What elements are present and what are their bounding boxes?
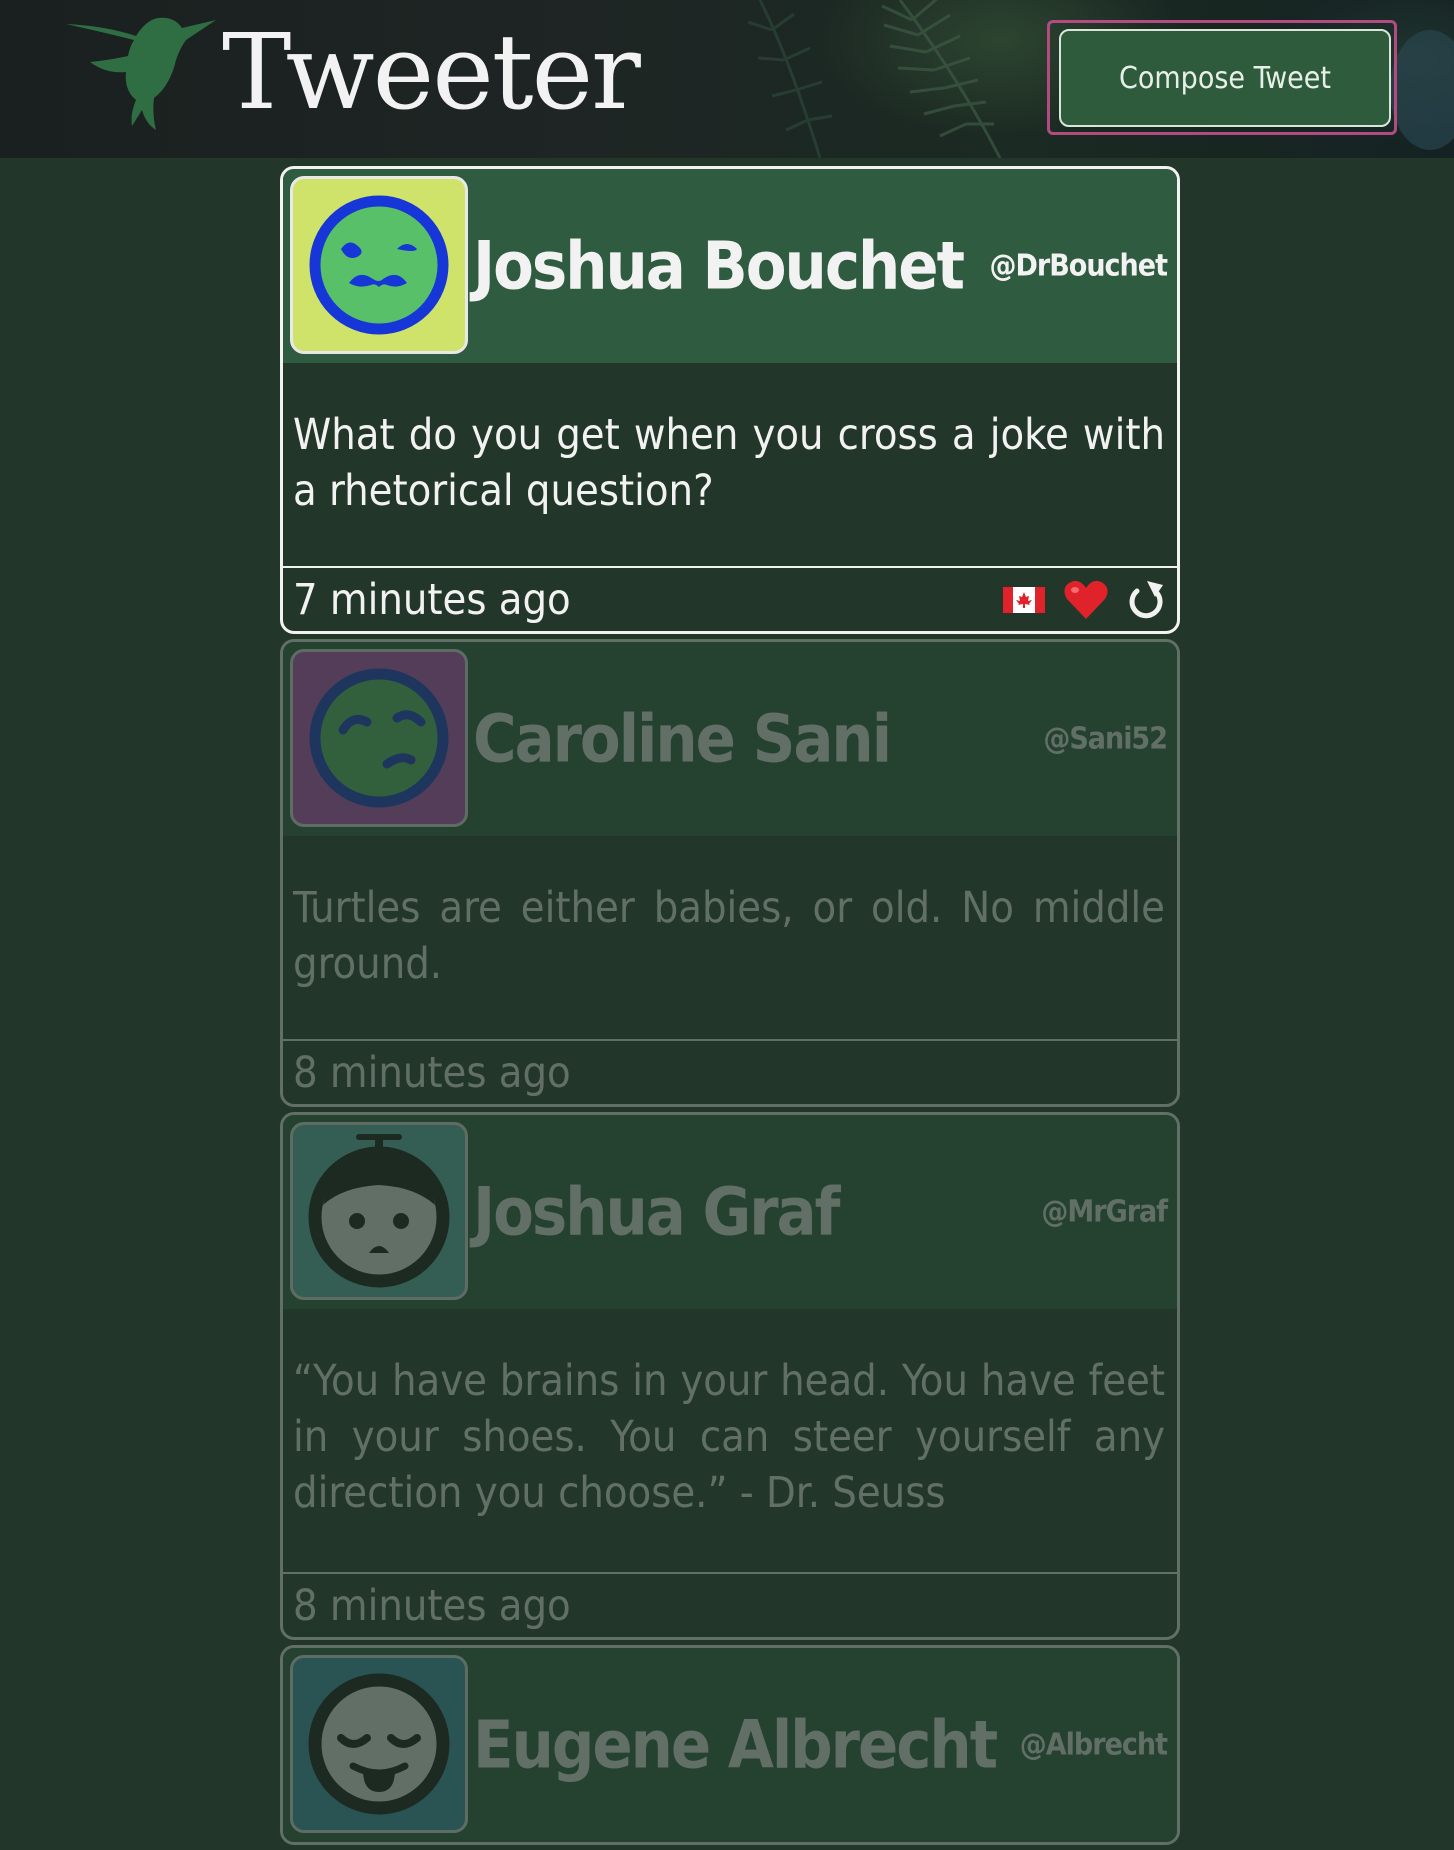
avatar	[290, 649, 468, 827]
user-handle[interactable]: @MrGraf	[1041, 1195, 1168, 1230]
user-handle[interactable]: @Albrecht	[1020, 1728, 1168, 1763]
tweet-footer: 8 minutes ago	[283, 1574, 1177, 1637]
heart-icon[interactable]	[1063, 579, 1109, 621]
display-name[interactable]: Joshua Bouchet	[473, 228, 965, 305]
tweet-footer: 8 minutes ago	[283, 1041, 1177, 1104]
display-name[interactable]: Caroline Sani	[473, 701, 892, 778]
user-handle[interactable]: @DrBouchet	[990, 249, 1168, 284]
tweet-card: Caroline Sani @Sani52 Turtles are either…	[280, 639, 1180, 1107]
retweet-icon[interactable]	[1127, 579, 1167, 621]
tongue-face-icon	[308, 1673, 450, 1815]
hummingbird-icon	[66, 17, 216, 130]
tweet-header: Caroline Sani @Sani52	[283, 642, 1177, 836]
flag-icon[interactable]	[1003, 585, 1045, 615]
tweet-text: Turtles are either babies, or old. No mi…	[283, 836, 1177, 1041]
display-name[interactable]: Joshua Graf	[473, 1174, 840, 1251]
avatar	[290, 176, 468, 354]
tweet-footer: 7 minutes ago	[283, 568, 1177, 631]
tweet-timestamp: 8 minutes ago	[293, 1580, 571, 1631]
compose-button-focus-ring: Compose Tweet	[1047, 20, 1397, 135]
tweet-text: What do you get when you cross a joke wi…	[283, 363, 1177, 568]
app-header: Tweeter Compose Tweet	[0, 0, 1454, 158]
tweet-timestamp: 7 minutes ago	[293, 574, 571, 625]
tweet-header: Eugene Albrecht @Albrecht	[283, 1648, 1177, 1842]
tweet-card: Joshua Graf @MrGraf “You have brains in …	[280, 1112, 1180, 1640]
tweet-actions	[1003, 579, 1167, 621]
avatar	[290, 1655, 468, 1833]
tweet-header: Joshua Bouchet @DrBouchet	[283, 169, 1177, 363]
display-name[interactable]: Eugene Albrecht	[473, 1707, 998, 1784]
tweet-card: Eugene Albrecht @Albrecht	[280, 1645, 1180, 1845]
tweet-text: “You have brains in your head. You have …	[283, 1309, 1177, 1574]
mustache-face-icon	[309, 195, 449, 335]
tweet-timestamp: 8 minutes ago	[293, 1047, 571, 1098]
app-title: Tweeter	[222, 11, 641, 133]
user-handle[interactable]: @Sani52	[1043, 722, 1168, 757]
propeller-cap-face-icon	[308, 1134, 450, 1288]
avatar	[290, 1122, 468, 1300]
tweet-feed: Joshua Bouchet @DrBouchet What do you ge…	[280, 166, 1180, 1850]
compose-tweet-button[interactable]: Compose Tweet	[1059, 29, 1391, 127]
tweet-header: Joshua Graf @MrGraf	[283, 1115, 1177, 1309]
smirk-face-icon	[309, 668, 449, 808]
tweet-card: Joshua Bouchet @DrBouchet What do you ge…	[280, 166, 1180, 634]
